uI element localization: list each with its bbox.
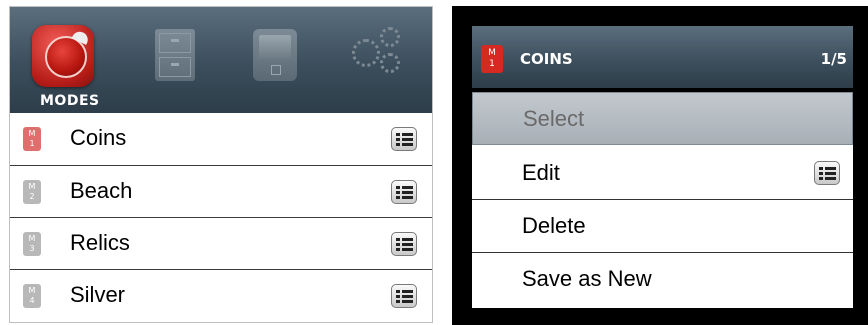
mode-badge-icon: M2 [23, 180, 41, 204]
mode-badge-icon: M1 [23, 127, 41, 151]
options-count: 1/5 [820, 50, 847, 68]
option-label: Delete [522, 213, 586, 238]
options-header: M1 COINS 1/5 [472, 26, 853, 88]
options-list: Select Edit Delete Save as New [472, 92, 853, 308]
mode-label: Beach [70, 178, 133, 203]
mode-options-panel: M1 COINS 1/5 Select Edit Delete Save as … [452, 6, 868, 325]
modes-label: MODES [40, 93, 100, 109]
option-select[interactable]: Select [472, 92, 853, 145]
list-menu-icon[interactable] [391, 232, 417, 256]
list-menu-icon[interactable] [391, 284, 417, 308]
mode-row-beach[interactable]: M2 Beach [10, 165, 432, 217]
mode-row-relics[interactable]: M3 Relics [10, 217, 432, 269]
gears-icon[interactable] [350, 27, 410, 79]
option-save-as-new[interactable]: Save as New [472, 253, 853, 306]
option-label: Select [523, 106, 585, 131]
modes-list: M1 Coins M2 Beach M3 Relics M4 Silver [10, 113, 432, 321]
mode-badge-icon: M1 [481, 45, 503, 73]
modes-header: MODES [10, 7, 432, 113]
list-menu-icon[interactable] [391, 127, 417, 151]
cabinet-icon[interactable] [155, 29, 195, 81]
mode-row-silver[interactable]: M4 Silver [10, 269, 432, 321]
options-title: COINS [520, 50, 573, 68]
option-label: Save as New [522, 266, 652, 291]
mode-label: Coins [70, 125, 127, 150]
option-delete[interactable]: Delete [472, 200, 853, 253]
list-menu-icon[interactable] [391, 180, 417, 204]
mode-badge-icon: M4 [23, 284, 41, 308]
option-edit[interactable]: Edit [472, 147, 853, 200]
coin-pile-icon [45, 36, 87, 78]
device-icon[interactable] [253, 29, 297, 81]
list-menu-icon[interactable] [814, 161, 840, 185]
mode-badge-icon: M3 [23, 232, 41, 256]
mode-label: Relics [70, 230, 130, 255]
mode-label: Silver [70, 282, 126, 307]
modes-panel: MODES M1 Coins M2 Beach M3 Relics M4 Sil… [9, 6, 433, 323]
coins-mode-icon[interactable] [32, 25, 94, 87]
mode-row-coins[interactable]: M1 Coins [10, 113, 432, 165]
option-label: Edit [522, 160, 560, 185]
